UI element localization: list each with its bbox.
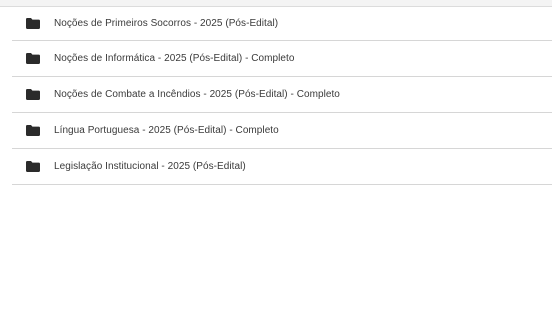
folder-row-primeiros-socorros[interactable]: Noções de Primeiros Socorros - 2025 (Pós…: [12, 6, 552, 41]
folder-icon: [26, 53, 40, 64]
folder-label: Noções de Primeiros Socorros - 2025 (Pós…: [54, 17, 279, 29]
folder-icon: [26, 17, 40, 29]
folder-row-informatica[interactable]: Noções de Informática - 2025 (Pós-Edital…: [12, 41, 552, 77]
folder-label: Noções de Combate a Incêndios - 2025 (Pó…: [54, 89, 340, 100]
folder-icon: [26, 125, 40, 136]
folder-row-combate-incendios[interactable]: Noções de Combate a Incêndios - 2025 (Pó…: [12, 77, 552, 113]
folder-label: Noções de Informática - 2025 (Pós-Edital…: [54, 53, 295, 64]
folder-icon: [26, 89, 40, 100]
folder-row-lingua-portuguesa[interactable]: Língua Portuguesa - 2025 (Pós-Edital) - …: [12, 113, 552, 149]
folder-icon: [26, 161, 40, 172]
folder-list: Noções de Primeiros Socorros - 2025 (Pós…: [12, 6, 552, 185]
folder-label: Língua Portuguesa - 2025 (Pós-Edital) - …: [54, 125, 279, 136]
folder-row-legislacao-institucional[interactable]: Legislação Institucional - 2025 (Pós-Edi…: [12, 149, 552, 185]
folder-label: Legislação Institucional - 2025 (Pós-Edi…: [54, 161, 246, 172]
